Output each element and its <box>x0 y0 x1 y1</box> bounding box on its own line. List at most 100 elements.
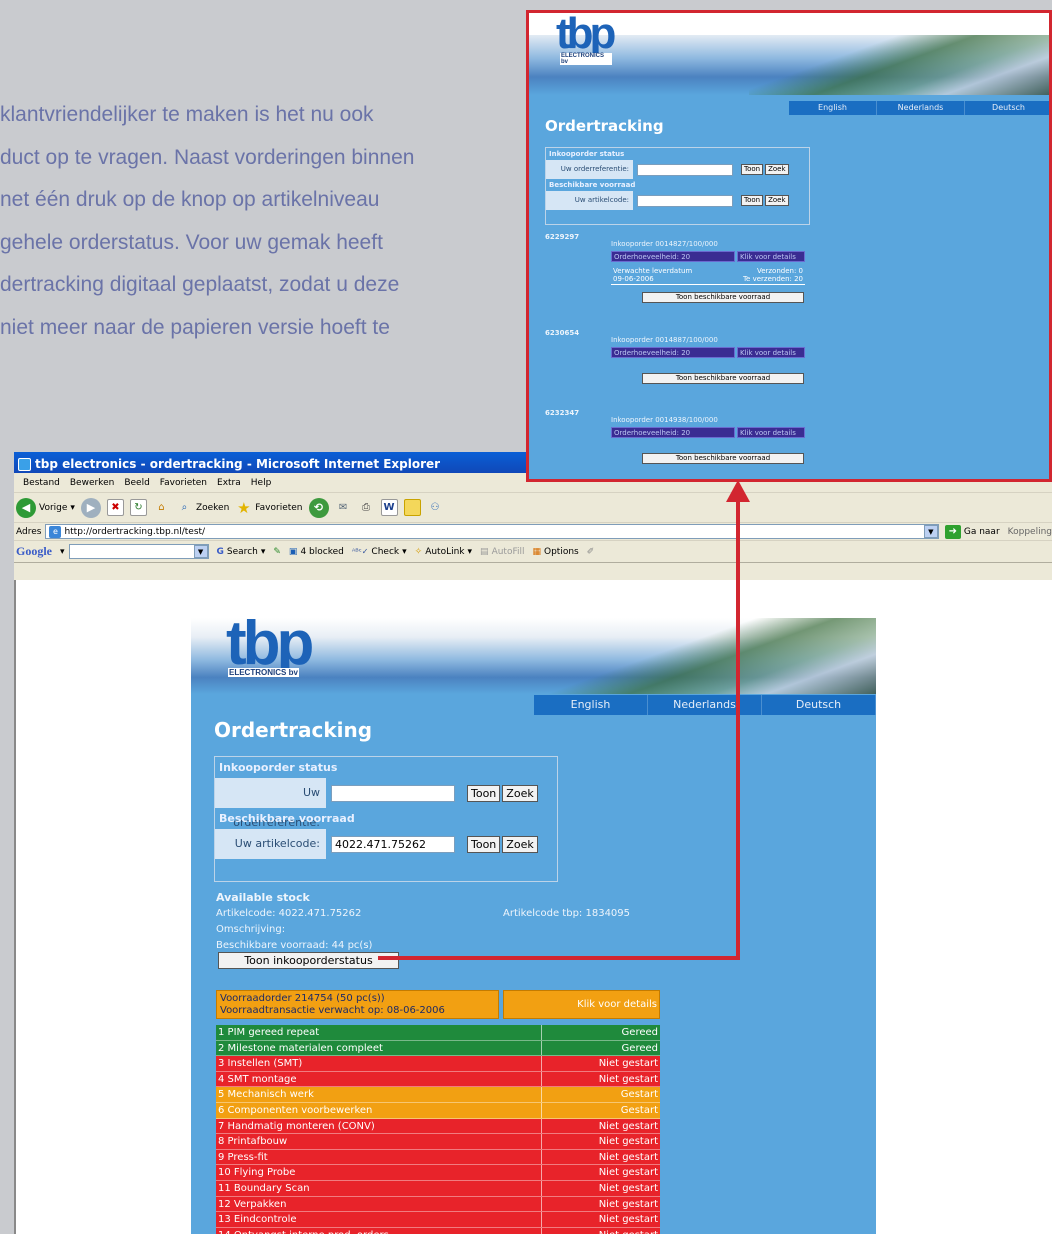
pagerank-button[interactable]: ✎ <box>273 547 281 557</box>
menu-bewerken[interactable]: Bewerken <box>65 478 119 488</box>
google-search-input[interactable]: ▼ <box>68 544 209 559</box>
leverdatum-value: 09-06-2006 <box>613 275 654 283</box>
google-logo[interactable]: Google <box>16 544 52 559</box>
quantity-row: Orderhoeveelheid: 20 Klik voor details <box>611 251 805 262</box>
orderref-input[interactable] <box>331 784 455 802</box>
search-button[interactable]: ⌕ Zoeken <box>176 499 230 516</box>
article-line: klantvriendelijker te maken is het nu oo… <box>0 103 374 126</box>
word-icon[interactable]: W <box>380 499 398 516</box>
details-link[interactable]: Klik voor details <box>503 990 660 1019</box>
address-input[interactable]: e http://ordertracking.tbp.nl/test/ ▼ <box>45 524 939 539</box>
google-search-label: Search <box>226 546 258 557</box>
go-arrow-icon[interactable]: ➜ <box>944 524 961 539</box>
toon-button[interactable]: Toon <box>467 784 501 802</box>
purchase-order: Inkooporder 0014938/100/000 <box>611 416 718 424</box>
zoek-button[interactable]: Zoek <box>765 164 789 175</box>
step-status: Gestart <box>620 1104 658 1116</box>
stock-heading: Available stock <box>216 891 310 904</box>
lang-nederlands[interactable]: Nederlands <box>877 101 965 115</box>
menu-favorieten[interactable]: Favorieten <box>155 478 212 488</box>
artcode-input[interactable] <box>637 194 733 207</box>
highlight-icon[interactable]: ✐ <box>587 547 595 557</box>
chevron-down-icon: ▾ <box>260 546 266 557</box>
orderref-input[interactable] <box>637 163 733 176</box>
artcode-row: Uw artikelcode: Toon Zoek <box>546 191 809 210</box>
step-row: 1 PIM gereed repeat Gereed <box>216 1025 660 1041</box>
toon-voorraad-button[interactable]: Toon beschikbare voorraad <box>642 373 804 384</box>
home-icon[interactable]: ⌂ <box>153 499 170 516</box>
step-name: 11 Boundary Scan <box>216 1180 542 1196</box>
section-stock: Beschikbare voorraad <box>549 181 636 189</box>
print-icon[interactable]: ⎙ <box>358 499 375 516</box>
spellcheck-button[interactable]: ᴬᴮᶜ✓ Check ▾ <box>352 547 407 557</box>
toon-button[interactable]: Toon <box>741 195 764 206</box>
links-label[interactable]: Koppeling <box>1008 527 1052 537</box>
order-quantity: Orderhoeveelheid: 20 <box>611 347 735 358</box>
menu-extra[interactable]: Extra <box>212 478 246 488</box>
zoek-button[interactable]: Zoek <box>502 784 538 802</box>
mail-icon[interactable]: ✉ <box>335 499 352 516</box>
history-icon[interactable]: ⟲ <box>308 497 329 518</box>
options-button[interactable]: ▦ Options <box>532 547 578 557</box>
autofill-button[interactable]: ▤ AutoFill <box>480 547 524 557</box>
step-row: 2 Milestone materialen compleet Gereed <box>216 1040 660 1057</box>
autofill-icon: ▤ <box>480 546 489 557</box>
back-label: Vorige <box>39 502 68 513</box>
stock-order-title: Voorraadorder 214754 (50 pc(s)) <box>220 993 385 1004</box>
ie-icon <box>18 457 31 471</box>
messenger-icon[interactable]: ⚇ <box>427 499 444 516</box>
autolink-button[interactable]: ✧ AutoLink ▾ <box>415 547 472 557</box>
folder-icon[interactable] <box>403 499 421 516</box>
lang-english[interactable]: English <box>789 101 877 115</box>
lang-english[interactable]: English <box>534 695 648 715</box>
toon-voorraad-button[interactable]: Toon beschikbare voorraad <box>642 292 804 303</box>
address-url: http://ordertracking.tbp.nl/test/ <box>64 526 206 537</box>
artcode-input[interactable]: 4022.471.75262 <box>331 835 455 853</box>
step-row: 4 SMT montage Niet gestart <box>216 1071 660 1088</box>
details-link[interactable]: Klik voor details <box>737 347 805 358</box>
step-name: 12 Verpakken <box>216 1196 542 1212</box>
toon-voorraad-button[interactable]: Toon beschikbare voorraad <box>642 453 804 464</box>
forward-icon[interactable]: ▶ <box>80 497 101 518</box>
details-link[interactable]: Klik voor details <box>737 251 805 262</box>
step-row: 12 Verpakken Niet gestart <box>216 1196 660 1213</box>
menu-bestand[interactable]: Bestand <box>18 478 65 488</box>
artcode-label: Uw artikelcode: <box>215 829 326 859</box>
stop-icon[interactable]: ✖ <box>106 499 124 516</box>
chevron-down-icon[interactable]: ▼ <box>923 525 938 538</box>
menu-help[interactable]: Help <box>246 478 277 488</box>
menu-beeld[interactable]: Beeld <box>119 478 154 488</box>
tbp-website-inset: tbp ELECTRONICS bv English Nederlands De… <box>529 13 1049 479</box>
step-status: Niet gestart <box>598 1167 658 1179</box>
lang-deutsch[interactable]: Deutsch <box>965 101 1049 115</box>
toon-button[interactable]: Toon <box>467 835 501 853</box>
leverdatum-label: Verwachte leverdatum <box>613 267 693 275</box>
available-stock: Available stock Artikelcode: 4022.471.75… <box>216 890 666 954</box>
step-status: Niet gestart <box>598 1120 658 1132</box>
refresh-icon[interactable]: ↻ <box>129 499 147 516</box>
google-search-button[interactable]: G Search ▾ <box>217 547 266 557</box>
zoek-button[interactable]: Zoek <box>502 835 538 853</box>
autolink-label: AutoLink <box>425 546 465 557</box>
back-button[interactable]: ◀ Vorige ▾ <box>16 497 75 518</box>
zoek-button[interactable]: Zoek <box>765 195 789 206</box>
toon-inkooporderstatus-button[interactable]: Toon inkooporderstatus <box>218 952 399 969</box>
favorites-button[interactable]: ★ Favorieten <box>235 499 302 517</box>
details-link[interactable]: Klik voor details <box>737 427 805 438</box>
verzonden: Verzonden: 0 <box>756 267 803 275</box>
chevron-down-icon[interactable]: ▾ <box>60 547 65 557</box>
lang-deutsch[interactable]: Deutsch <box>762 695 876 715</box>
step-row: 6 Componenten voorbewerken Gestart <box>216 1102 660 1119</box>
chevron-down-icon[interactable]: ▼ <box>193 545 208 558</box>
tbp-logo[interactable]: tbp ELECTRONICS bv <box>226 618 314 679</box>
browser-window: tbp electronics - ordertracking - Micros… <box>14 452 1052 1234</box>
orderref-label: Uw orderreferentie: <box>215 778 326 829</box>
article-text: klantvriendelijker te maken is het nu oo… <box>0 94 500 349</box>
step-row: 10 Flying Probe Niet gestart <box>216 1165 660 1181</box>
lang-nederlands[interactable]: Nederlands <box>648 695 762 715</box>
go-button[interactable]: Ga naar <box>964 527 1000 537</box>
popup-blocker-button[interactable]: ▣ 4 blocked <box>289 547 344 557</box>
toon-button[interactable]: Toon <box>741 164 764 175</box>
tbp-logo[interactable]: tbp ELECTRONICS bv <box>556 13 616 65</box>
article-block: 6232347 Inkooporder 0014938/100/000 Orde… <box>545 409 1025 469</box>
